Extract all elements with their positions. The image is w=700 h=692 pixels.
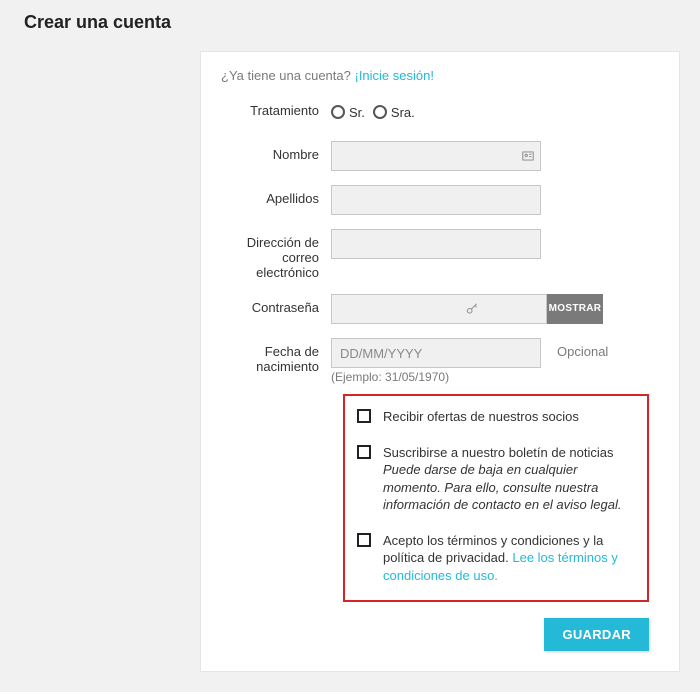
page-title: Crear una cuenta <box>24 12 680 33</box>
checkbox-newsletter[interactable] <box>357 445 371 459</box>
login-link[interactable]: ¡Inicie sesión! <box>354 68 433 83</box>
nombre-label: Nombre <box>221 141 331 162</box>
apellidos-label: Apellidos <box>221 185 331 206</box>
checkbox-newsletter-label: Suscribirse a nuestro boletín de noticia… <box>383 445 614 460</box>
signup-form-panel: ¿Ya tiene una cuenta? ¡Inicie sesión! Tr… <box>200 51 680 672</box>
email-label: Dirección de correo electrónico <box>221 229 331 280</box>
checkbox-offers[interactable] <box>357 409 371 423</box>
nombre-input[interactable] <box>331 141 541 171</box>
password-label: Contraseña <box>221 294 331 315</box>
password-input[interactable] <box>331 294 547 324</box>
checkbox-highlight-block: Recibir ofertas de nuestros socios Suscr… <box>343 394 649 602</box>
login-prompt: ¿Ya tiene una cuenta? ¡Inicie sesión! <box>221 68 649 83</box>
apellidos-input[interactable] <box>331 185 541 215</box>
submit-button[interactable]: GUARDAR <box>544 618 649 651</box>
key-icon <box>465 302 479 316</box>
birthdate-hint: (Ejemplo: 31/05/1970) <box>331 370 541 384</box>
checkbox-offers-label: Recibir ofertas de nuestros socios <box>383 408 631 426</box>
radio-sra-label: Sra. <box>391 105 415 120</box>
tratamiento-label: Tratamiento <box>221 97 331 118</box>
id-card-icon <box>521 149 535 163</box>
birthdate-input[interactable] <box>331 338 541 368</box>
radio-sr[interactable] <box>331 105 345 119</box>
checkbox-newsletter-note: Puede darse de baja en cualquier momento… <box>383 461 631 514</box>
radio-sr-label: Sr. <box>349 105 365 120</box>
login-prompt-question: ¿Ya tiene una cuenta? <box>221 68 351 83</box>
radio-sra[interactable] <box>373 105 387 119</box>
birthdate-label: Fecha de nacimiento <box>221 338 331 374</box>
checkbox-terms[interactable] <box>357 533 371 547</box>
email-input[interactable] <box>331 229 541 259</box>
birthdate-optional: Opcional <box>541 338 649 359</box>
show-password-button[interactable]: MOSTRAR <box>547 294 603 324</box>
